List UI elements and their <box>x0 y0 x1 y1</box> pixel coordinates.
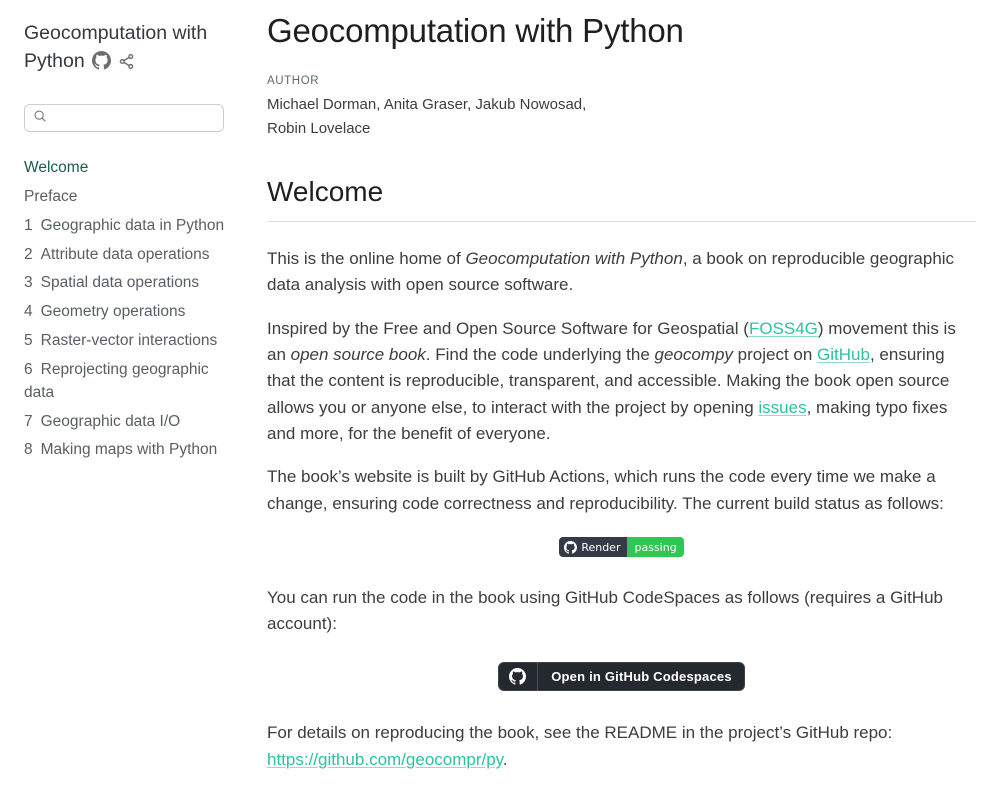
sidebar-book-title: Geocomputation with Python <box>24 20 219 75</box>
chapter-label: Geographic data in Python <box>41 217 225 234</box>
chapter-number: 5 <box>24 332 33 349</box>
chapter-label: Attribute data operations <box>41 246 210 263</box>
chapter-number: 4 <box>24 303 33 320</box>
text-segment: The book’s website is built by GitHub Ac… <box>267 467 944 512</box>
sidebar-item-spatial-data-operations[interactable]: 3 Spatial data operations <box>24 271 231 294</box>
paragraph: This is the online home of Geocomputatio… <box>267 246 976 299</box>
inline-link[interactable]: https://github.com/geocompr/py <box>267 750 503 769</box>
chapter-label: Geographic data I/O <box>41 413 181 430</box>
sidebar-item-raster-vector-interactions[interactable]: 5 Raster-vector interactions <box>24 329 231 352</box>
chapter-number: 2 <box>24 246 33 263</box>
text-segment: Geocomputation with Python <box>465 249 682 268</box>
inline-link[interactable]: FOSS4G <box>749 319 818 338</box>
text-segment: You can run the code in the book using G… <box>267 588 943 633</box>
sidebar-item-making-maps-with-python[interactable]: 8 Making maps with Python <box>24 438 231 461</box>
chapter-label: Making maps with Python <box>41 441 218 458</box>
text-segment: open source book <box>291 345 426 364</box>
text-segment: . Find the code underlying the <box>426 345 655 364</box>
sidebar-item-geometry-operations[interactable]: 4 Geometry operations <box>24 300 231 323</box>
sidebar-item-geographic-data-i-o[interactable]: 7 Geographic data I/O <box>24 410 231 433</box>
text-segment: . <box>503 750 508 769</box>
chapter-number: 3 <box>24 274 33 291</box>
chapter-label: Spatial data operations <box>41 274 200 291</box>
inline-link[interactable]: GitHub <box>817 345 870 364</box>
paragraph: The book’s website is built by GitHub Ac… <box>267 464 976 517</box>
chapter-label: Preface <box>24 188 77 205</box>
github-icon <box>498 662 538 691</box>
build-status-badge[interactable]: Render passing <box>559 537 683 557</box>
chapter-label: Welcome <box>24 159 88 176</box>
sidebar: Geocomputation with Python Welcome Prefac… <box>0 0 255 467</box>
chapter-label: Reprojecting geographic data <box>24 361 209 401</box>
chapter-number: 7 <box>24 413 33 430</box>
build-badge-row: Render passing <box>267 537 976 559</box>
authors-line: Michael Dorman, Anita Graser, Jakub Nowo… <box>267 93 976 117</box>
chapter-number: 6 <box>24 361 33 378</box>
text-segment: geocompy <box>655 345 733 364</box>
page-title: Geocomputation with Python <box>267 12 976 50</box>
sidebar-nav: Welcome Preface 1 Geographic data in Python… <box>24 156 231 461</box>
authors: Michael Dorman, Anita Graser, Jakub Nowo… <box>267 93 976 141</box>
codespaces-button-row: Open in GitHub Codespaces <box>267 662 976 691</box>
open-codespaces-button[interactable]: Open in GitHub Codespaces <box>498 662 745 691</box>
sidebar-item-reprojecting-geographic-data[interactable]: 6Reprojecting geographic data <box>24 358 231 405</box>
search-input[interactable] <box>53 109 215 127</box>
sidebar-item-welcome[interactable]: Welcome <box>24 156 231 179</box>
sidebar-item-geographic-data-in-python[interactable]: 1 Geographic data in Python <box>24 214 231 237</box>
text-segment: For details on reproducing the book, see… <box>267 723 892 742</box>
authors-line: Robin Lovelace <box>267 117 976 141</box>
github-icon[interactable] <box>92 51 111 70</box>
inline-link[interactable]: issues <box>758 398 806 417</box>
author-label: AUTHOR <box>267 75 976 87</box>
main-content: Geocomputation with Python AUTHOR Michae… <box>267 12 976 790</box>
badge-workflow-segment: Render <box>559 537 627 557</box>
github-icon <box>564 541 577 554</box>
badge-status-label: passing <box>627 537 683 557</box>
chapter-number: 1 <box>24 217 33 234</box>
text-segment: project on <box>733 345 817 364</box>
paragraph: For details on reproducing the book, see… <box>267 720 976 773</box>
chapter-label: Geometry operations <box>41 303 186 320</box>
search-box[interactable] <box>24 104 224 132</box>
paragraph: You can run the code in the book using G… <box>267 585 976 638</box>
share-icon[interactable] <box>118 53 135 70</box>
book-title-link[interactable]: Geocomputation with Python <box>24 22 207 72</box>
chapter-number: 8 <box>24 441 33 458</box>
text-segment: Inspired by the Free and Open Source Sof… <box>267 319 749 338</box>
section-title-welcome: Welcome <box>267 176 976 222</box>
sidebar-item-attribute-data-operations[interactable]: 2 Attribute data operations <box>24 243 231 266</box>
sidebar-item-preface[interactable]: Preface <box>24 185 231 208</box>
badge-workflow-label: Render <box>581 541 620 554</box>
chapter-label: Raster-vector interactions <box>41 332 218 349</box>
paragraph: Inspired by the Free and Open Source Sof… <box>267 316 976 448</box>
search-icon <box>33 109 47 128</box>
codespaces-button-label: Open in GitHub Codespaces <box>538 662 745 691</box>
text-segment: This is the online home of <box>267 249 465 268</box>
